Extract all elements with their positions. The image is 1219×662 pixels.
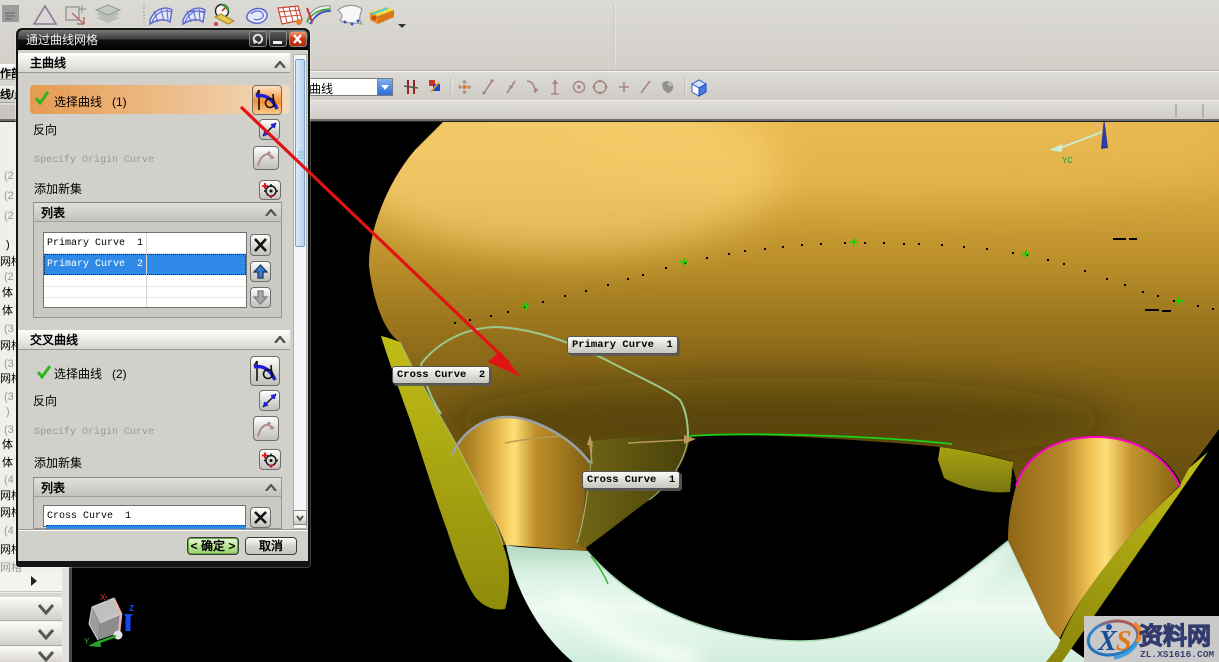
svg-text:X: X xyxy=(1097,626,1118,657)
svg-text:Y: Y xyxy=(84,637,90,647)
svg-text:YC: YC xyxy=(1062,156,1073,166)
svg-text:Z: Z xyxy=(129,604,134,614)
svg-text:ZL.XS1616.COM: ZL.XS1616.COM xyxy=(1140,649,1214,660)
svg-text:资料网: 资料网 xyxy=(1139,616,1211,651)
svg-text:S: S xyxy=(1116,626,1132,657)
